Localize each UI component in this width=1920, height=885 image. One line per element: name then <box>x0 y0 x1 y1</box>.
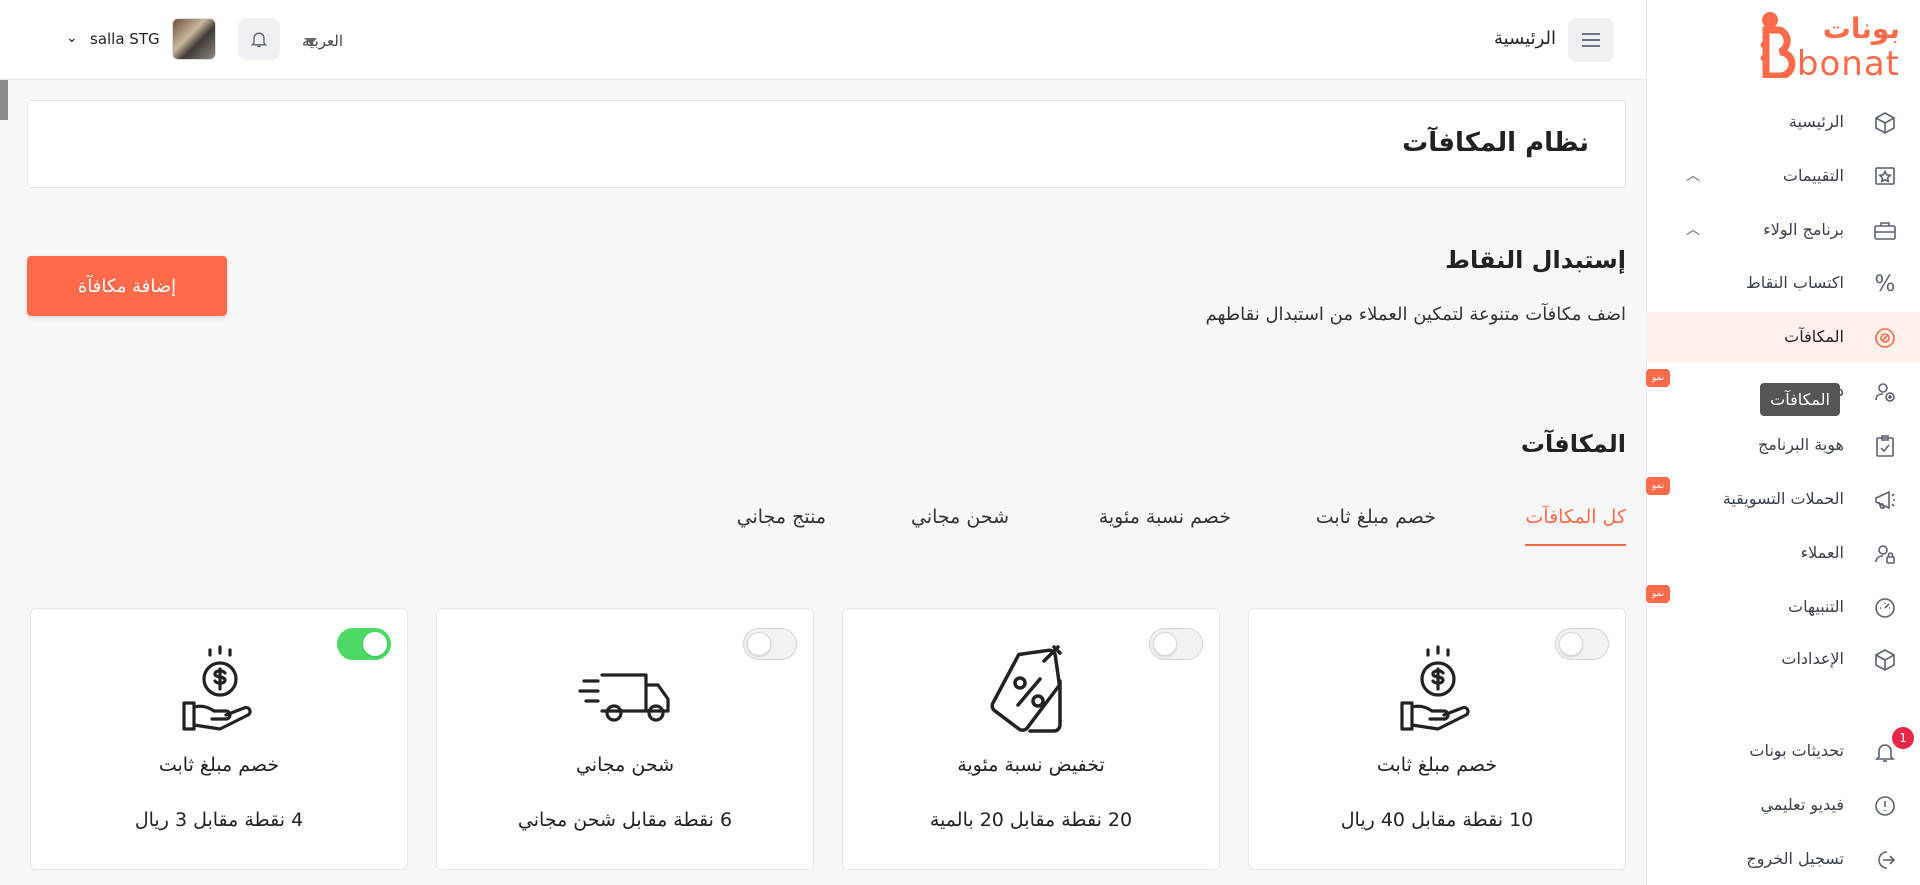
reward-card[interactable]: خصم مبلغ ثابت 10 نقطة مقابل 40 ريال <box>1248 608 1626 870</box>
toggle-knob <box>363 632 387 656</box>
sidebar-item-loyalty-program[interactable]: برنامج الولاء ︿ <box>1646 205 1920 255</box>
store-name[interactable]: salla STG <box>90 30 160 48</box>
user-lock-icon <box>1872 541 1898 567</box>
tab-percentage[interactable]: خصم نسبة مئوية <box>1099 500 1231 546</box>
section-title: إستبدال النقاط <box>1445 246 1626 274</box>
reward-card[interactable]: خصم مبلغ ثابت 4 نقطة مقابل 3 ريال <box>30 608 408 870</box>
new-badge: نمو <box>1646 477 1670 495</box>
toggle-knob <box>1559 632 1583 656</box>
sidebar-item-bonat-updates[interactable]: تحديثات بونات <box>1646 726 1920 776</box>
reward-card[interactable]: شحن مجاني 6 نقطة مقابل شحن مجاني <box>436 608 814 870</box>
clipboard-check-icon <box>1872 433 1898 459</box>
sidebar-item-label: اكتساب النقاط <box>1745 273 1844 292</box>
reward-toggle[interactable] <box>1555 628 1609 660</box>
reward-name: تخفيض نسبة مئوية <box>957 754 1105 776</box>
sidebar-item-label: العملاء <box>1800 543 1844 562</box>
reward-card[interactable]: تخفيض نسبة مئوية 20 نقطة مقابل 20 بالمية <box>842 608 1220 870</box>
toggle-knob <box>1153 632 1177 656</box>
notification-count-badge: 1 <box>1892 727 1914 749</box>
briefcase-icon <box>1872 218 1898 244</box>
sidebar-item-settings[interactable]: الإعدادات <box>1646 634 1920 684</box>
cube-icon <box>1872 110 1898 136</box>
cube-icon <box>1872 647 1898 673</box>
sidebar-item-label: برنامج الولاء <box>1763 220 1844 239</box>
reward-value: 4 نقطة مقابل 3 ريال <box>134 809 304 831</box>
sidebar-item-label: فيديو تعليمي <box>1760 795 1844 814</box>
logo-english-text: bonat <box>1796 44 1900 84</box>
tab-free-product[interactable]: منتج مجاني <box>737 500 826 546</box>
sidebar-item-label: تسجيل الخروج <box>1746 849 1844 868</box>
sidebar-tooltip: المكافآت <box>1760 383 1840 416</box>
star-badge-icon <box>1872 164 1898 190</box>
percent-tag-icon <box>990 645 1062 733</box>
sidebar-item-program-identity[interactable]: هوية البرنامج <box>1646 420 1920 470</box>
section-description: اضف مكافآت متنوعة لتمكين العملاء من استب… <box>1205 304 1626 325</box>
add-reward-button[interactable]: إضافة مكافآة <box>27 256 227 316</box>
sidebar-item-label: الرئيسية <box>1788 112 1844 131</box>
bonat-logo-mark <box>1760 12 1796 78</box>
sidebar-item-label: تحديثات بونات <box>1749 741 1844 760</box>
page-breadcrumb[interactable]: الرئيسية <box>1494 28 1556 49</box>
page-header-card: نظام المكافآت <box>27 100 1626 188</box>
hand-coin-icon <box>1400 645 1470 731</box>
sidebar-item-logout[interactable]: تسجيل الخروج <box>1646 834 1920 884</box>
reward-name: شحن مجاني <box>575 754 675 776</box>
sidebar-item-reviews[interactable]: التقييمات ︿ <box>1646 151 1920 201</box>
tab-fixed-amount[interactable]: خصم مبلغ ثابت <box>1316 500 1436 546</box>
reward-value: 20 نقطة مقابل 20 بالمية <box>929 809 1133 831</box>
scrollbar-thumb[interactable] <box>0 80 8 120</box>
bell-icon <box>250 32 268 48</box>
megaphone-icon <box>1872 487 1898 513</box>
sidebar-item-label: الحملات التسويقية <box>1722 489 1844 508</box>
sidebar-item-earn-points[interactable]: % اكتساب النقاط <box>1646 258 1920 308</box>
rewards-title: المكافآت <box>1520 430 1626 458</box>
sidebar-item-alerts[interactable]: التنبيهات <box>1646 582 1920 632</box>
chevron-down-icon[interactable]: ⌄ <box>66 30 78 46</box>
user-plus-icon <box>1872 379 1898 405</box>
sidebar-item-label: هوية البرنامج <box>1757 435 1844 454</box>
chevron-up-icon[interactable]: ︿ <box>1686 165 1700 185</box>
toggle-knob <box>747 632 771 656</box>
sidebar-item-label: التنبيهات <box>1788 597 1844 616</box>
hand-coin-icon <box>182 645 252 731</box>
new-badge: نمو <box>1646 369 1670 387</box>
top-bar: الرئيسية العربية salla STG ⌄ <box>0 0 1646 80</box>
menu-toggle-button[interactable] <box>1568 18 1614 62</box>
sidebar-item-label: المكافآت <box>1784 327 1844 346</box>
page-title: نظام المكافآت <box>1402 128 1589 158</box>
reward-toggle[interactable] <box>1149 628 1203 660</box>
reward-value: 10 نقطة مقابل 40 ريال <box>1340 809 1534 831</box>
sidebar-item-campaigns[interactable]: الحملات التسويقية <box>1646 474 1920 524</box>
sidebar-item-label: التقييمات <box>1782 166 1844 185</box>
chevron-up-icon[interactable]: ︿ <box>1686 219 1700 239</box>
notifications-button[interactable] <box>238 18 280 60</box>
hamburger-icon <box>1582 33 1600 47</box>
logo-arabic-text: بونات <box>1822 12 1900 45</box>
gauge-icon <box>1872 595 1898 621</box>
sidebar-item-rewards[interactable]: المكافآت <box>1646 312 1920 362</box>
sidebar-item-tutorial-video[interactable]: فيديو تعليمي <box>1646 780 1920 830</box>
reward-toggle[interactable] <box>743 628 797 660</box>
tab-all-rewards[interactable]: كل المكافآت <box>1525 500 1626 546</box>
caret-down-icon[interactable] <box>305 38 317 45</box>
bonat-logo[interactable]: بونات bonat <box>1750 8 1900 84</box>
reward-name: خصم مبلغ ثابت <box>1376 754 1498 776</box>
info-circle-icon <box>1872 793 1898 819</box>
new-badge: نمو <box>1646 585 1670 603</box>
logout-icon <box>1872 847 1898 873</box>
delivery-truck-icon <box>578 673 670 722</box>
percent-icon: % <box>1874 271 1896 297</box>
sidebar-item-home[interactable]: الرئيسية <box>1646 97 1920 147</box>
reward-value: 6 نقطة مقابل شحن مجاني <box>517 809 733 831</box>
reward-name: خصم مبلغ ثابت <box>158 754 280 776</box>
sidebar-item-customers[interactable]: العملاء <box>1646 528 1920 578</box>
reward-toggle[interactable] <box>337 628 391 660</box>
coin-icon <box>1872 325 1898 351</box>
sidebar-item-label: الإعدادات <box>1781 649 1844 668</box>
tab-free-shipping[interactable]: شحن مجاني <box>911 500 1009 546</box>
store-avatar[interactable] <box>172 18 216 60</box>
sidebar: بونات bonat الرئيسية التقييمات ︿ برنامج … <box>1646 0 1920 885</box>
